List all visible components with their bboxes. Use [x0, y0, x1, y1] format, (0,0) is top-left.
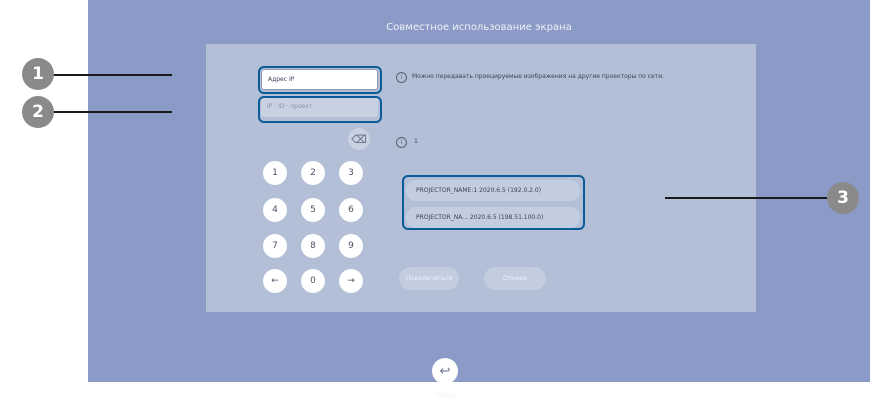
key-9[interactable]: 9 [339, 234, 363, 258]
callout-2: 2 [22, 96, 54, 128]
backspace-icon: ⌫ [351, 132, 367, 146]
connect-button[interactable]: Подключиться [399, 267, 459, 290]
backspace-button[interactable]: ⌫ [348, 128, 370, 150]
cancel-button[interactable]: Отмена [484, 267, 546, 290]
projector-count: 1 [414, 138, 418, 145]
settings-panel: Адрес IP IP · ID · проект ⌫ 1 2 3 4 5 6 … [206, 44, 756, 312]
key-8[interactable]: 8 [301, 234, 325, 258]
info-icon: i [396, 72, 407, 83]
callout-2-highlight [258, 96, 382, 123]
back-button[interactable]: ↩ [432, 358, 458, 384]
key-0[interactable]: 0 [301, 269, 325, 293]
key-5[interactable]: 5 [301, 198, 325, 222]
callout-3: 3 [827, 182, 859, 214]
screen-title: Совместное использование экрана [386, 22, 572, 33]
leader-line-1 [52, 74, 172, 76]
key-7[interactable]: 7 [263, 234, 287, 258]
info-text: Можно передавать проецируемые изображени… [412, 73, 665, 80]
key-1[interactable]: 1 [263, 161, 287, 185]
callout-1-highlight [258, 66, 382, 94]
callout-1: 1 [22, 58, 54, 90]
key-right-arrow[interactable]: → [339, 269, 363, 293]
key-6[interactable]: 6 [339, 198, 363, 222]
projector-count-icon: i [396, 137, 407, 148]
back-arrow-icon: ↩ [439, 363, 451, 379]
leader-line-3 [665, 197, 828, 199]
back-label: Назад [435, 392, 455, 399]
key-2[interactable]: 2 [301, 161, 325, 185]
leader-line-2 [52, 111, 172, 113]
callout-3-highlight [402, 175, 585, 230]
screen-mirroring-screen: Совместное использование экрана Адрес IP… [88, 0, 870, 399]
key-left-arrow[interactable]: ← [263, 269, 287, 293]
key-3[interactable]: 3 [339, 161, 363, 185]
key-4[interactable]: 4 [263, 198, 287, 222]
